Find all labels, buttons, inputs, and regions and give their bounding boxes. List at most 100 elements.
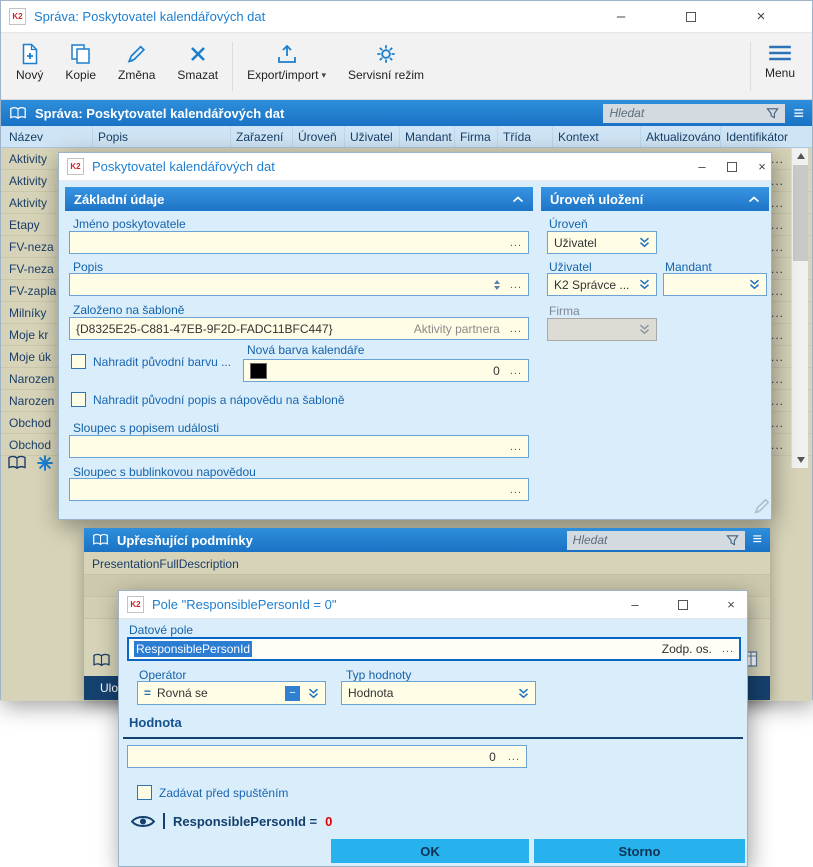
provider-dialog-titlebar[interactable]: K2 Poskytovatel kalendářových dat – × [59,153,771,181]
preview-value: 0 [325,813,333,829]
chevron-up-icon[interactable] [512,195,524,203]
spinner-control[interactable] [493,279,500,290]
ellipsis-button[interactable]: ... [510,484,522,496]
firm-combo[interactable] [547,318,657,341]
row-name: Milníky [9,305,47,320]
template-guid: {D8325E25-C881-47EB-9F2D-FADC11BFC447} [76,321,333,336]
column-header[interactable]: Kontext [553,126,641,147]
book-icon[interactable] [92,653,111,668]
column-header[interactable]: Popis [93,126,231,147]
column-header[interactable]: Firma [455,126,498,147]
close-button[interactable]: × [713,591,749,618]
minimize-button[interactable]: – [689,153,715,180]
eye-icon[interactable] [131,814,155,829]
book-icon [10,106,26,119]
user-combo[interactable]: K2 Správce ... [547,273,657,296]
service-mode-button[interactable]: Servisní režim [337,39,435,86]
column-header[interactable]: Zařazení [231,126,293,147]
ellipsis-button[interactable]: ... [510,323,522,335]
panel-menu-icon[interactable]: ≡ [793,104,804,122]
column-header[interactable]: Uživatel [345,126,400,147]
scroll-down-arrow[interactable] [792,452,809,468]
ellipsis-button[interactable]: ... [722,643,734,655]
delete-button[interactable]: Smazat [166,39,229,86]
ellipsis-button[interactable]: ... [508,751,520,763]
condition-row[interactable]: PresentationFullDescription [84,553,770,575]
new-button[interactable]: Nový [5,39,54,86]
replace-description-checkbox[interactable] [71,392,86,407]
prompt-before-run-label: Zadávat před spuštěním [159,786,289,800]
maximize-icon [727,161,737,172]
k2-logo-icon: K2 [67,158,84,175]
level-combo[interactable]: Uživatel [547,231,657,254]
export-import-button[interactable]: Export/import ▾ [236,39,337,86]
mandant-combo[interactable] [663,273,767,296]
column-header[interactable]: Identifikátor [721,126,807,147]
maximize-button[interactable] [671,1,711,32]
panel-menu-icon[interactable]: ≡ [753,532,762,548]
level-section-header[interactable]: Úroveň uložení [541,187,769,211]
column-header[interactable]: Aktualizováno [641,126,721,147]
ellipsis-button[interactable]: ... [510,279,522,291]
scroll-up-arrow[interactable] [792,148,809,164]
prompt-before-run-checkbox[interactable] [137,785,152,800]
row-name: Etapy [9,217,40,232]
maximize-button[interactable] [719,153,745,180]
ellipsis-button[interactable]: ... [510,365,522,377]
close-button[interactable]: × [749,153,775,180]
change-button-label: Změna [118,68,156,82]
basic-section-header[interactable]: Základní údaje [65,187,533,211]
minimize-button[interactable]: – [617,591,653,618]
template-field[interactable]: {D8325E25-C881-47EB-9F2D-FADC11BFC447} A… [69,317,529,340]
field-dialog-body: Datové pole ResponsiblePersonId Zodp. os… [119,619,747,866]
provider-dialog-title: Poskytovatel kalendářových dat [92,159,275,174]
ellipsis-button[interactable]: ... [510,441,522,453]
search-placeholder: Hledat [572,533,608,547]
ok-button[interactable]: OK [331,839,529,863]
user-value: K2 Správce ... [554,277,630,292]
hamburger-menu-icon [769,45,791,61]
menu-button-label: Menu [764,66,795,80]
level-label: Úroveň [549,217,588,231]
search-input[interactable]: Hledat [603,103,786,123]
menu-button[interactable]: Menu [754,39,806,84]
field-dialog-titlebar[interactable]: K2 Pole "ResponsiblePersonId = 0" – × [119,591,747,619]
column-header[interactable]: Název [1,126,93,147]
provider-name-field[interactable]: ... [69,231,529,254]
color-swatch[interactable] [250,362,267,379]
description-field[interactable]: ... [69,273,529,296]
conditions-header: Upřesňující podmínky Hledat ≡ [84,528,770,552]
row-name: FV-neza [9,239,54,254]
book-icon[interactable] [7,455,27,471]
change-button[interactable]: Změna [107,39,166,86]
new-color-field[interactable]: 0 ... [243,359,529,382]
ellipsis-button[interactable]: ... [510,237,522,249]
storno-button[interactable]: Storno [534,839,745,863]
preview-text: ResponsiblePersonId = [173,813,318,829]
resize-edit-icon[interactable] [753,497,771,515]
minimize-button[interactable]: – [601,1,641,32]
value-type-combo[interactable]: Hodnota [341,681,536,705]
row-name: Narozen [9,393,55,408]
minus-box-icon[interactable]: − [285,685,300,701]
data-field-input[interactable]: ResponsiblePersonId Zodp. os. ... [127,637,741,661]
vertical-scrollbar[interactable] [791,148,808,468]
replace-color-checkbox[interactable] [71,354,86,369]
maximize-button[interactable] [665,591,701,618]
delete-button-label: Smazat [177,68,219,82]
copy-button[interactable]: Kopie [54,39,107,86]
template-ref: Aktivity partnera [413,321,500,336]
close-button[interactable]: × [741,1,781,32]
main-titlebar[interactable]: K2 Správa: Poskytovatel kalendářových da… [1,1,812,33]
asterisk-gear-icon[interactable] [36,454,54,472]
column-header[interactable]: Mandant [400,126,455,147]
event-description-column-field[interactable]: ... [69,435,529,458]
tooltip-column-field[interactable]: ... [69,478,529,501]
operator-combo[interactable]: = Rovná se − [137,681,326,705]
column-header[interactable]: Úroveň [293,126,345,147]
chevron-up-icon[interactable] [748,195,760,203]
value-field[interactable]: 0 ... [127,745,527,768]
conditions-search-input[interactable]: Hledat [566,530,745,550]
scroll-thumb[interactable] [793,165,808,261]
column-header[interactable]: Třída [498,126,553,147]
